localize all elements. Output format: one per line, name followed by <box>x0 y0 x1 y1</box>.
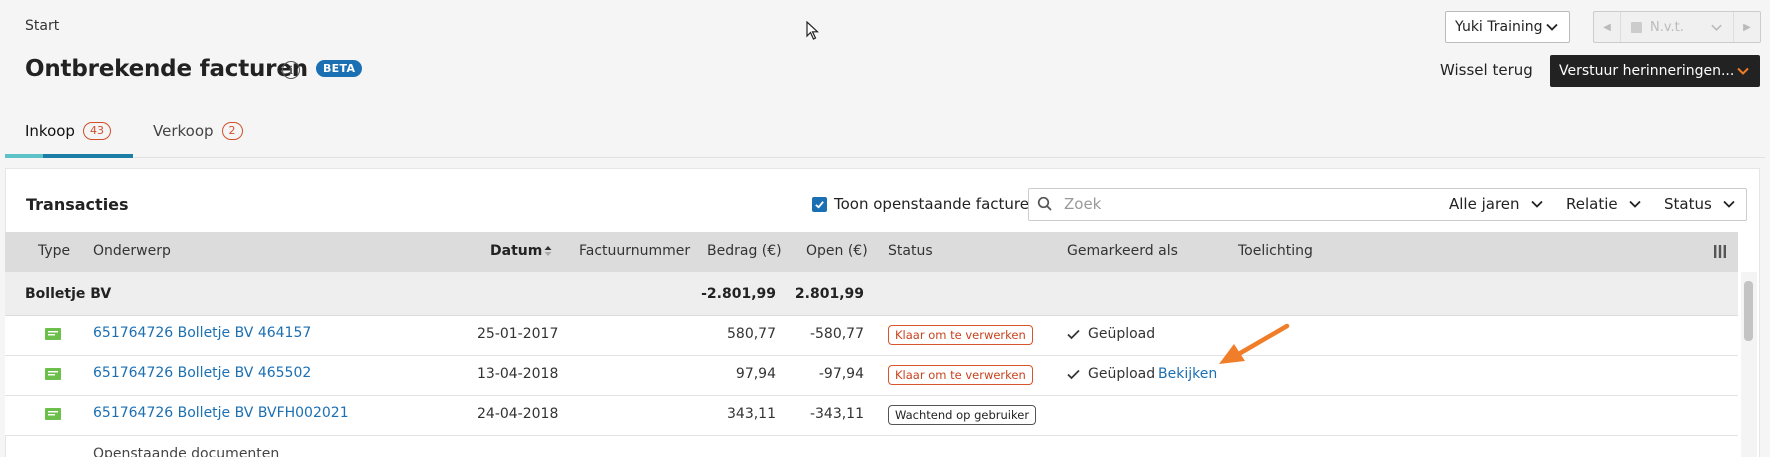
filter-relation-label: Relatie <box>1566 195 1618 213</box>
chevron-down-icon <box>1737 67 1749 75</box>
tab-inkoop[interactable]: Inkoop 43 <box>25 122 111 140</box>
search-input[interactable] <box>1064 194 1364 214</box>
page-title: Ontbrekende facturen <box>25 56 308 82</box>
cursor-icon <box>806 21 820 40</box>
row-marked-as: Geüpload <box>1088 366 1156 382</box>
pager-select[interactable]: N.v.t. <box>1621 12 1733 42</box>
column-subject[interactable]: Onderwerp <box>93 243 171 259</box>
row-marked-as: Geüpload <box>1088 326 1156 342</box>
open-documents-label: Openstaande documenten <box>93 446 280 457</box>
document-icon <box>45 328 61 340</box>
status-badge: Klaar om te verwerken <box>888 365 1033 385</box>
chevron-down-icon <box>1628 200 1641 208</box>
row-open: -97,94 <box>818 366 864 382</box>
document-icon <box>45 408 61 420</box>
chevron-down-icon <box>1723 200 1735 208</box>
group-name: Bolletje BV <box>25 286 112 302</box>
chevron-down-icon <box>1546 23 1558 31</box>
filter-years[interactable]: Alle jaren <box>1449 195 1544 213</box>
status-badge: Klaar om te verwerken <box>888 325 1033 345</box>
send-reminders-button[interactable]: Verstuur herinneringen... <box>1550 55 1760 87</box>
panel-title: Transacties <box>26 195 129 214</box>
column-invoice-number[interactable]: Factuurnummer <box>579 243 690 259</box>
search-icon <box>1037 196 1052 211</box>
tab-verkoop[interactable]: Verkoop 2 <box>153 122 243 140</box>
column-explanation[interactable]: Toelichting <box>1238 243 1313 259</box>
show-open-invoices-label[interactable]: Toon openstaande facturen <box>834 195 1038 213</box>
breadcrumb[interactable]: Start <box>25 18 59 34</box>
row-open: -343,11 <box>809 406 864 422</box>
chevron-down-icon <box>1530 200 1543 208</box>
row-open: -580,77 <box>809 326 864 342</box>
pager-prev-button[interactable]: ◀ <box>1594 12 1621 42</box>
switch-back-button[interactable]: Wissel terug <box>1440 61 1533 79</box>
row-amount: 580,77 <box>727 326 776 342</box>
row-date: 24-04-2018 <box>477 406 559 422</box>
row-amount: 97,94 <box>735 366 776 382</box>
column-date[interactable]: Datum <box>490 243 542 259</box>
table-header <box>5 232 1738 272</box>
tab-inkoop-count: 43 <box>82 122 111 140</box>
tab-verkoop-count: 2 <box>221 122 243 140</box>
pager-value: N.v.t. <box>1650 19 1684 35</box>
document-icon <box>45 368 61 380</box>
annotation-arrow <box>1219 323 1290 364</box>
group-amount: -2.801,99 <box>701 286 776 302</box>
company-select-label: Yuki Training <box>1455 19 1543 35</box>
column-open[interactable]: Open (€) <box>806 243 868 259</box>
pager-color-box <box>1631 21 1642 33</box>
check-icon <box>1067 329 1080 340</box>
row-subject-link[interactable]: 651764726 Bolletje BV 465502 <box>93 365 311 381</box>
tabs-divider <box>5 157 1765 158</box>
check-icon <box>1067 369 1080 380</box>
tab-verkoop-label: Verkoop <box>153 122 214 140</box>
chevron-down-icon <box>1711 24 1722 32</box>
active-tab-indicator <box>5 154 133 158</box>
pager-next-button[interactable]: ▶ <box>1733 12 1760 42</box>
row-date: 25-01-2017 <box>477 326 559 342</box>
column-marked-as[interactable]: Gemarkeerd als <box>1067 243 1178 259</box>
send-reminders-label: Verstuur herinneringen... <box>1559 63 1735 79</box>
filter-status-label: Status <box>1664 195 1712 213</box>
info-icon[interactable]: i <box>282 61 300 79</box>
group-open: 2.801,99 <box>794 286 864 302</box>
view-link[interactable]: Bekijken <box>1158 366 1217 382</box>
scrollbar-thumb[interactable] <box>1744 281 1753 341</box>
sort-ascending-icon[interactable] <box>544 245 552 257</box>
row-subject-link[interactable]: 651764726 Bolletje BV BVFH002021 <box>93 405 349 421</box>
column-status[interactable]: Status <box>888 243 933 259</box>
company-select[interactable]: Yuki Training <box>1445 11 1570 43</box>
filter-years-label: Alle jaren <box>1449 195 1520 213</box>
beta-badge: BETA <box>316 60 363 77</box>
column-amount[interactable]: Bedrag (€) <box>707 243 782 259</box>
filter-relation[interactable]: Relatie <box>1566 195 1642 213</box>
company-pager: ◀ N.v.t. ▶ <box>1593 11 1761 43</box>
column-type[interactable]: Type <box>38 243 70 259</box>
tab-inkoop-label: Inkoop <box>25 122 75 140</box>
row-subject-link[interactable]: 651764726 Bolletje BV 464157 <box>93 325 311 341</box>
status-badge: Wachtend op gebruiker <box>888 405 1037 425</box>
group-row[interactable] <box>5 272 1738 316</box>
filter-status[interactable]: Status <box>1664 195 1736 213</box>
row-date: 13-04-2018 <box>477 366 559 382</box>
show-open-invoices-checkbox[interactable] <box>812 197 827 212</box>
check-icon <box>815 201 824 209</box>
columns-icon[interactable] <box>1714 245 1726 258</box>
row-amount: 343,11 <box>727 406 776 422</box>
